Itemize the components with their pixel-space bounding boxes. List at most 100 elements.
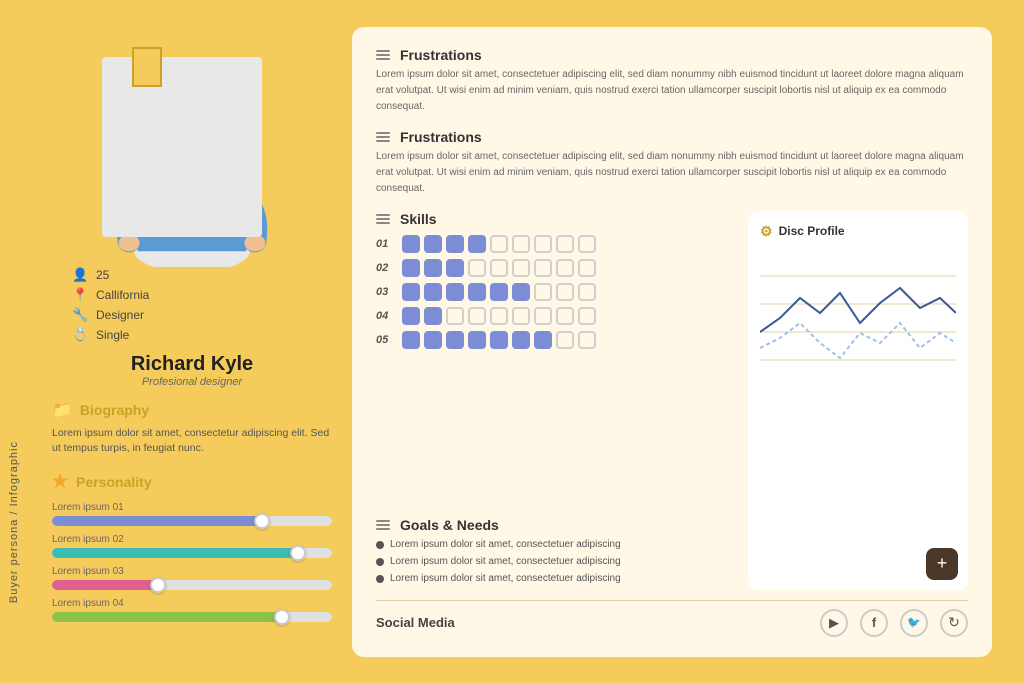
slider-thumb bbox=[150, 577, 166, 593]
personality-heading: Personality bbox=[76, 474, 151, 490]
info-section: 👤 25 📍 Callifornia 🔧 Designer 💍 Single bbox=[52, 267, 332, 343]
social-icons: ▶ f 🐦 ↻ bbox=[820, 609, 968, 637]
hamburger-icon-goals bbox=[376, 520, 390, 530]
location-value: Callifornia bbox=[96, 288, 149, 302]
skill-dot bbox=[534, 259, 552, 277]
skill-dot bbox=[402, 307, 420, 325]
goal-item: Lorem ipsum dolor sit amet, consectetuer… bbox=[376, 573, 736, 584]
skill-dot bbox=[468, 259, 486, 277]
biography-heading: Biography bbox=[80, 402, 149, 418]
skill-dot bbox=[446, 283, 464, 301]
personality-section: ★ Personality Lorem ipsum 01 Lorem ipsum … bbox=[52, 471, 332, 630]
middle-row: Skills 0102030405 Goals & Needs Lorem ip… bbox=[376, 211, 968, 590]
slider-track[interactable] bbox=[52, 516, 332, 526]
slider-thumb bbox=[274, 609, 290, 625]
disc-card: ⚙ Disc Profile bbox=[748, 211, 968, 590]
slider-row: Lorem ipsum 01 bbox=[52, 502, 332, 526]
disc-title-row: ⚙ Disc Profile bbox=[760, 223, 956, 240]
job-value: Designer bbox=[96, 308, 144, 322]
frustration-block-2: Frustrations Lorem ipsum dolor sit amet,… bbox=[376, 129, 968, 197]
goals-container: Lorem ipsum dolor sit amet, consectetuer… bbox=[376, 539, 736, 584]
avatar-bg bbox=[102, 57, 262, 237]
skill-dot bbox=[468, 283, 486, 301]
slider-thumb bbox=[290, 545, 306, 561]
age-value: 25 bbox=[96, 268, 109, 282]
skill-dot bbox=[446, 259, 464, 277]
skill-number: 02 bbox=[376, 262, 396, 274]
skill-dot bbox=[490, 235, 508, 253]
skill-row: 05 bbox=[376, 331, 736, 349]
slider-track[interactable] bbox=[52, 580, 332, 590]
goal-bullet bbox=[376, 575, 384, 583]
refresh-icon[interactable]: ↻ bbox=[940, 609, 968, 637]
slider-label: Lorem ipsum 04 bbox=[52, 598, 332, 609]
goals-heading: Goals & Needs bbox=[400, 517, 499, 533]
skill-dot bbox=[402, 235, 420, 253]
youtube-icon[interactable]: ▶ bbox=[820, 609, 848, 637]
hamburger-icon-skills bbox=[376, 214, 390, 224]
skill-number: 04 bbox=[376, 310, 396, 322]
skill-row: 03 bbox=[376, 283, 736, 301]
skill-row: 02 bbox=[376, 259, 736, 277]
skill-dot bbox=[512, 331, 530, 349]
slider-fill bbox=[52, 580, 158, 590]
skill-dot bbox=[534, 283, 552, 301]
frustration-heading-2: Frustrations bbox=[400, 129, 482, 145]
skill-dot bbox=[424, 283, 442, 301]
avatar-container bbox=[92, 47, 292, 267]
skill-dot bbox=[512, 235, 530, 253]
disc-gear-icon: ⚙ bbox=[760, 223, 773, 240]
goal-item: Lorem ipsum dolor sit amet, consectetuer… bbox=[376, 539, 736, 550]
slider-track[interactable] bbox=[52, 548, 332, 558]
skill-dot bbox=[424, 307, 442, 325]
job-icon: 🔧 bbox=[72, 307, 88, 323]
skill-dot bbox=[490, 331, 508, 349]
skills-goals-col: Skills 0102030405 Goals & Needs Lorem ip… bbox=[376, 211, 736, 590]
goal-text: Lorem ipsum dolor sit amet, consectetuer… bbox=[390, 573, 621, 584]
right-panel: Frustrations Lorem ipsum dolor sit amet,… bbox=[352, 27, 992, 657]
social-row: Social Media ▶ f 🐦 ↻ bbox=[376, 600, 968, 637]
dots-row bbox=[402, 259, 596, 277]
skill-dot bbox=[534, 331, 552, 349]
skill-dot bbox=[578, 259, 596, 277]
personality-title-row: ★ Personality bbox=[52, 471, 332, 492]
frustration-text-2: Lorem ipsum dolor sit amet, consectetuer… bbox=[376, 149, 968, 197]
biography-title-row: 📁 Biography bbox=[52, 400, 332, 420]
slider-track[interactable] bbox=[52, 612, 332, 622]
biography-text: Lorem ipsum dolor sit amet, consectetur … bbox=[52, 426, 332, 458]
add-button[interactable]: + bbox=[926, 548, 958, 580]
skill-number: 01 bbox=[376, 238, 396, 250]
skill-dot bbox=[534, 235, 552, 253]
hamburger-icon-1 bbox=[376, 50, 390, 60]
biography-icon: 📁 bbox=[52, 400, 72, 420]
skill-dot bbox=[490, 283, 508, 301]
skill-dot bbox=[402, 283, 420, 301]
status-row: 💍 Single bbox=[72, 327, 332, 343]
disc-svg bbox=[760, 248, 956, 388]
frustration-heading-1: Frustrations bbox=[400, 47, 482, 63]
skill-dot bbox=[446, 235, 464, 253]
age-row: 👤 25 bbox=[72, 267, 332, 283]
skill-dot bbox=[578, 307, 596, 325]
age-icon: 👤 bbox=[72, 267, 88, 283]
skill-dot bbox=[578, 235, 596, 253]
slider-label: Lorem ipsum 01 bbox=[52, 502, 332, 513]
slider-label: Lorem ipsum 03 bbox=[52, 566, 332, 577]
skill-dot bbox=[556, 235, 574, 253]
dots-row bbox=[402, 331, 596, 349]
location-icon: 📍 bbox=[72, 287, 88, 303]
person-title: Profesional designer bbox=[131, 376, 253, 388]
skill-dot bbox=[424, 235, 442, 253]
skill-number: 03 bbox=[376, 286, 396, 298]
facebook-icon[interactable]: f bbox=[860, 609, 888, 637]
twitter-icon[interactable]: 🐦 bbox=[900, 609, 928, 637]
skill-dot bbox=[534, 307, 552, 325]
skill-dot bbox=[402, 259, 420, 277]
status-icon: 💍 bbox=[72, 327, 88, 343]
slider-row: Lorem ipsum 03 bbox=[52, 566, 332, 590]
left-panel: 👤 25 📍 Callifornia 🔧 Designer 💍 Single R bbox=[32, 27, 352, 657]
location-row: 📍 Callifornia bbox=[72, 287, 332, 303]
skill-dot bbox=[424, 259, 442, 277]
skill-dot bbox=[490, 259, 508, 277]
social-title: Social Media bbox=[376, 615, 455, 630]
